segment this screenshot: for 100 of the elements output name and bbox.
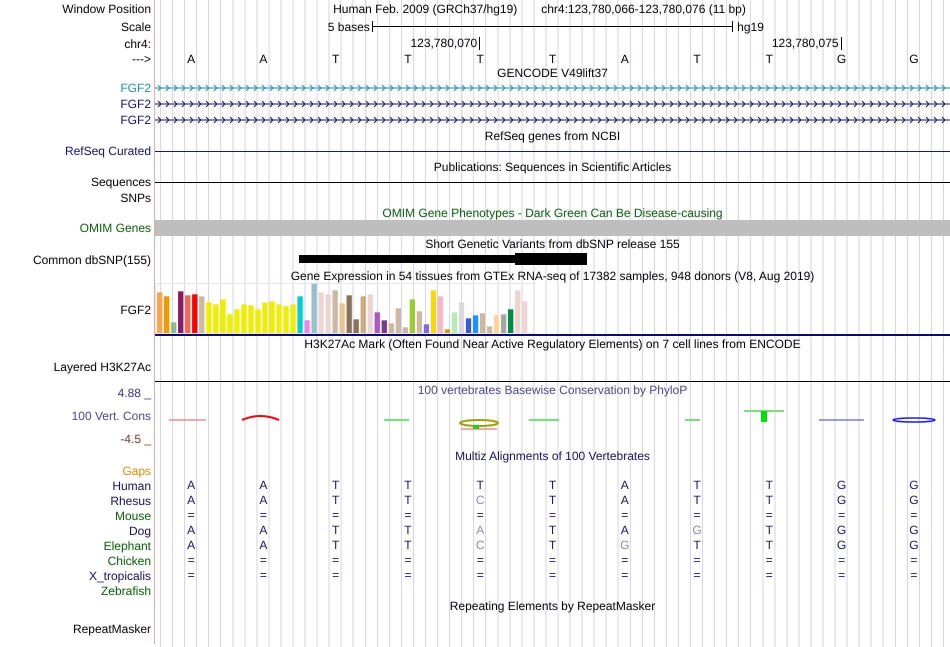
alignment-base: G bbox=[692, 523, 702, 538]
track-title: Repeating Elements by RepeatMasker bbox=[450, 598, 656, 612]
track-label[interactable]: Dog bbox=[128, 524, 151, 538]
alignment-base: = bbox=[838, 508, 846, 523]
alignment-base: T bbox=[693, 478, 701, 493]
alignment-base: T bbox=[332, 478, 340, 493]
alignment-base: = bbox=[260, 508, 267, 523]
alignment-base: = bbox=[621, 553, 628, 568]
track-label[interactable]: Human bbox=[112, 478, 151, 492]
track-label[interactable]: Elephant bbox=[104, 538, 151, 552]
track-label[interactable]: Rhesus bbox=[110, 494, 151, 508]
track-label[interactable]: FGF2 bbox=[120, 81, 151, 95]
alignment-base: = bbox=[404, 508, 412, 523]
track-title: OMIM Gene Phenotypes - Dark Green Can Be Disease-causing bbox=[382, 206, 723, 220]
base-letter: T bbox=[332, 52, 340, 66]
expression-bar bbox=[213, 304, 218, 333]
track-label[interactable]: Sequences bbox=[90, 175, 151, 189]
alignment-base: = bbox=[332, 553, 340, 568]
track-title: H3K27Ac Mark (Often Found Near Active Regulatory Elements) on 7 cell lines from ENCODE bbox=[304, 336, 801, 350]
base-letter: A bbox=[620, 52, 629, 66]
position-tick: 123,780,075 bbox=[772, 37, 842, 50]
alignment-base: = bbox=[332, 508, 340, 523]
base-letter: A bbox=[259, 52, 268, 66]
track-label[interactable]: Common dbSNP(155) bbox=[32, 252, 151, 266]
expression-bar bbox=[220, 299, 226, 333]
alignment-base: A bbox=[187, 523, 196, 538]
alignment-base: = bbox=[332, 568, 340, 583]
alignment-base: T bbox=[693, 493, 701, 508]
track-title: Multiz Alignments of 100 Vertebrates bbox=[455, 448, 650, 462]
alignment-base: T bbox=[404, 538, 412, 553]
alignment-base: T bbox=[693, 538, 701, 553]
expression-bar bbox=[206, 302, 212, 333]
track-label[interactable]: RepeatMasker bbox=[72, 622, 151, 636]
track-label[interactable]: OMIM Genes bbox=[80, 221, 151, 235]
row-label: Scale bbox=[120, 20, 151, 34]
track-title: Publications: Sequences in Scientific Articles bbox=[434, 160, 672, 174]
track-label[interactable]: Zebrafish bbox=[100, 584, 151, 598]
alignment-base: = bbox=[766, 568, 773, 583]
alignment-base: T bbox=[766, 478, 773, 493]
track-label[interactable]: FGF2 bbox=[120, 113, 151, 127]
track-label[interactable]: RefSeq Curated bbox=[64, 144, 151, 158]
track-label[interactable]: X_tropicalis bbox=[88, 568, 151, 582]
track-label[interactable]: SNPs bbox=[120, 190, 151, 204]
track-label[interactable]: Chicken bbox=[108, 554, 151, 568]
expression-bar bbox=[227, 314, 232, 333]
alignment-base: = bbox=[694, 508, 701, 523]
alignment-base: = bbox=[548, 553, 556, 568]
axis-max-label: 4.88 _ bbox=[118, 386, 151, 400]
alignment-base: = bbox=[188, 568, 195, 583]
expression-bar bbox=[360, 296, 366, 333]
row-label: chr4: bbox=[124, 36, 151, 50]
track-label[interactable]: FGF2 bbox=[120, 97, 151, 111]
track-title: RefSeq genes from NCBI bbox=[484, 128, 620, 142]
alignment-base: T bbox=[548, 478, 556, 493]
alignment-base: G bbox=[836, 523, 846, 538]
alignment-base: A bbox=[620, 478, 629, 493]
axis-min-label: -4.5 _ bbox=[120, 432, 151, 446]
alignment-base: = bbox=[838, 568, 846, 583]
track-title: Short Genetic Variants from dbSNP release 155 bbox=[425, 236, 680, 250]
alignment-base: T bbox=[766, 523, 773, 538]
track-title: 100 vertebrates Basewise Conservation by PhyloP bbox=[418, 382, 688, 396]
track-label[interactable]: FGF2 bbox=[120, 302, 151, 316]
alignment-base: A bbox=[620, 523, 629, 538]
alignment-base: G bbox=[909, 523, 919, 538]
alignment-base: = bbox=[838, 553, 846, 568]
alignment-base: G bbox=[909, 478, 919, 493]
alignment-base: = bbox=[548, 508, 556, 523]
track-label[interactable]: Layered H3K27Ac bbox=[54, 360, 151, 374]
base-letter: G bbox=[909, 52, 919, 66]
position-range: chr4:123,780,066-123,780,076 (11 bp) bbox=[541, 2, 746, 16]
expression-bar bbox=[164, 296, 170, 333]
expression-bar bbox=[402, 327, 408, 333]
alignment-base: A bbox=[187, 478, 196, 493]
track-label[interactable]: Mouse bbox=[114, 508, 151, 522]
alignment-base: A bbox=[259, 538, 268, 553]
alignment-base: T bbox=[476, 478, 484, 493]
alignment-base: G bbox=[836, 538, 846, 553]
alignment-base: = bbox=[188, 553, 195, 568]
alignment-base: = bbox=[260, 568, 267, 583]
base-letter: T bbox=[548, 52, 556, 66]
expression-bar bbox=[157, 292, 162, 333]
expression-bar bbox=[346, 295, 352, 333]
alignment-base: = bbox=[621, 508, 628, 523]
alignment-base: A bbox=[259, 523, 268, 538]
track-label[interactable]: 100 Vert. Cons bbox=[72, 409, 151, 423]
expression-bar bbox=[332, 290, 338, 333]
expression-bar bbox=[508, 309, 514, 333]
alignment-base: T bbox=[404, 523, 412, 538]
alignment-base: = bbox=[476, 568, 484, 583]
alignment-base: T bbox=[766, 493, 773, 508]
alignment-base: T bbox=[332, 493, 340, 508]
base-letter: T bbox=[766, 52, 773, 66]
alignment-base: = bbox=[476, 553, 484, 568]
expression-bar bbox=[199, 296, 204, 333]
expression-bar bbox=[185, 295, 190, 333]
expression-bar bbox=[171, 322, 176, 333]
alignment-base: T bbox=[548, 493, 556, 508]
alignment-base: A bbox=[187, 538, 196, 553]
alignment-base: = bbox=[694, 568, 701, 583]
alignment-base: C bbox=[476, 493, 485, 508]
